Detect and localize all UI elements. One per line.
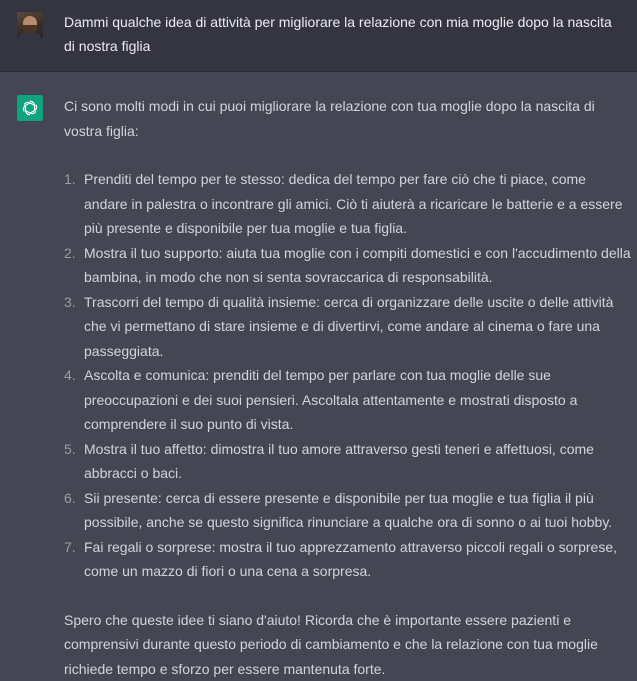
list-item-text: Sii presente: cerca di essere presente e… <box>84 490 612 531</box>
list-number: 3. <box>64 290 76 315</box>
suggestion-list: 1. Prenditi del tempo per te stesso: dedi… <box>64 167 632 584</box>
user-avatar <box>17 12 43 38</box>
list-item: 3. Trascorri del tempo di qualità insieme… <box>64 290 632 364</box>
user-message-text: Dammi qualche idea di attività per migli… <box>64 10 624 58</box>
list-number: 1. <box>64 167 76 192</box>
assistant-intro: Ci sono molti modi in cui puoi migliorar… <box>64 94 632 143</box>
openai-logo-icon <box>17 95 43 121</box>
list-number: 2. <box>64 241 76 266</box>
list-item: 2. Mostra il tuo supporto: aiuta tua mogl… <box>64 241 632 290</box>
assistant-message: Ci sono molti modi in cui puoi migliorar… <box>64 94 632 681</box>
list-item-text: Fai regali o sorprese: mostra il tuo app… <box>84 539 617 580</box>
list-item: 5. Mostra il tuo affetto: dimostra il tuo… <box>64 437 632 486</box>
list-number: 5. <box>64 437 76 462</box>
list-item: 4. Ascolta e comunica: prenditi del tempo… <box>64 363 632 437</box>
list-item-text: Ascolta e comunica: prenditi del tempo p… <box>84 367 577 432</box>
list-item: 7. Fai regali o sorprese: mostra il tuo a… <box>64 535 632 584</box>
list-item: 1. Prenditi del tempo per te stesso: dedi… <box>64 167 632 241</box>
list-item-text: Prenditi del tempo per te stesso: dedica… <box>84 171 623 236</box>
list-item-text: Trascorri del tempo di qualità insieme: … <box>84 294 613 359</box>
user-message-row: Dammi qualche idea di attività per migli… <box>0 0 637 72</box>
list-number: 4. <box>64 363 76 388</box>
list-number: 6. <box>64 486 76 511</box>
list-item-text: Mostra il tuo affetto: dimostra il tuo a… <box>84 441 594 482</box>
list-item: 6. Sii presente: cerca di essere presente… <box>64 486 632 535</box>
assistant-outro: Spero che queste idee ti siano d'aiuto! … <box>64 608 632 681</box>
list-number: 7. <box>64 535 76 560</box>
list-item-text: Mostra il tuo supporto: aiuta tua moglie… <box>84 245 631 286</box>
